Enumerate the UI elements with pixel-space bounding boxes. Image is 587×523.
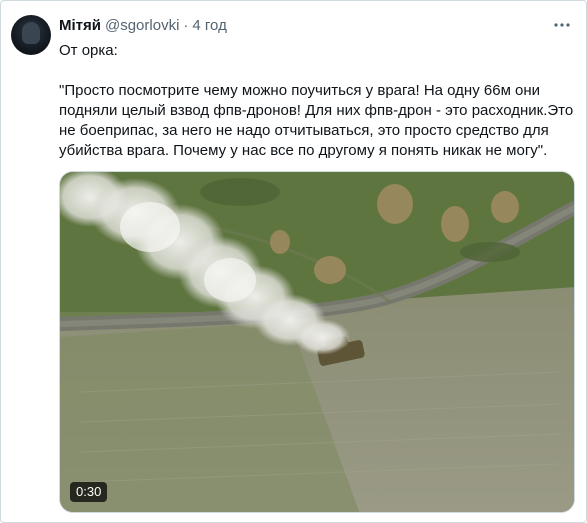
video-frame-image bbox=[60, 172, 574, 512]
avatar[interactable] bbox=[11, 15, 51, 55]
video-player[interactable]: 0:30 bbox=[59, 171, 575, 513]
video-duration-badge: 0:30 bbox=[70, 482, 108, 502]
avatar-figure-icon bbox=[22, 22, 40, 44]
separator-dot: · bbox=[183, 17, 189, 34]
tweet-header: Мітяй @sgorlovki · 4 год bbox=[59, 17, 227, 34]
tweet-card: Мітяй @sgorlovki · 4 год От орка: "Прост… bbox=[0, 0, 587, 523]
tweet-text: От орка: "Просто посмотрите чему можно п… bbox=[59, 41, 579, 161]
timestamp[interactable]: 4 год bbox=[192, 17, 226, 34]
tweet-body: "Просто посмотрите чему можно поучиться … bbox=[59, 82, 574, 159]
display-name[interactable]: Мітяй bbox=[59, 17, 101, 34]
more-dots-icon bbox=[554, 23, 570, 27]
tweet-lead-line: От орка: bbox=[59, 42, 118, 59]
more-options-button[interactable] bbox=[552, 15, 572, 35]
user-handle[interactable]: @sgorlovki bbox=[105, 17, 179, 34]
